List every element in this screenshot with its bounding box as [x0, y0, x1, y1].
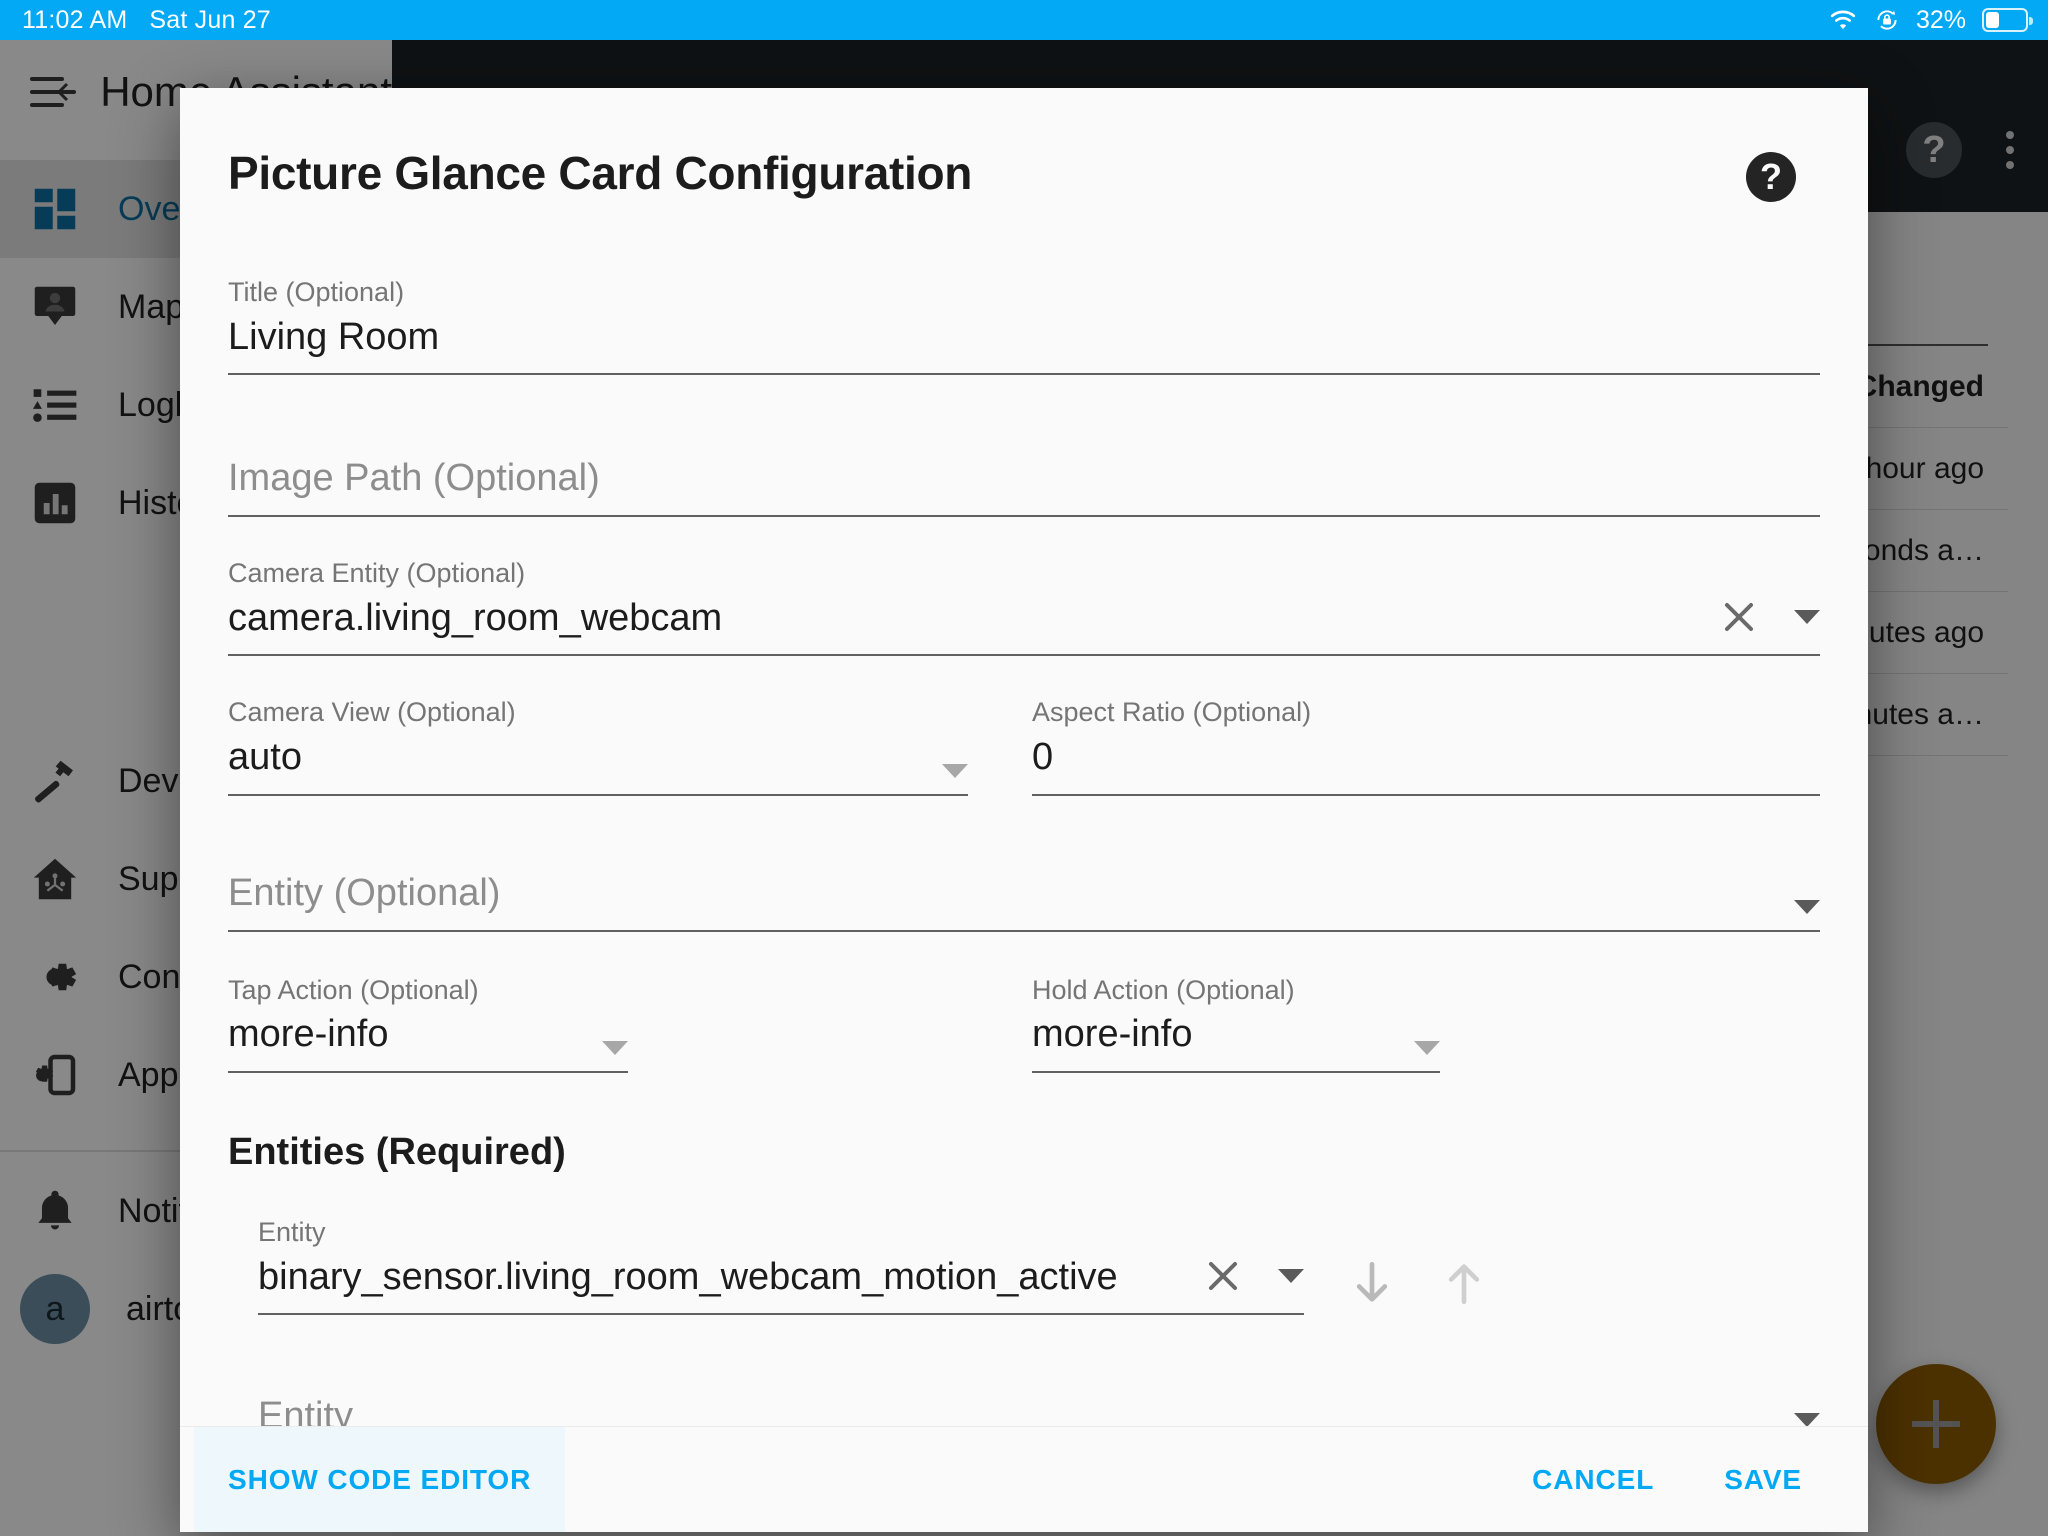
hold-action-field[interactable]: Hold Action (Optional) more-info [1032, 974, 1440, 1073]
entity-empty-placeholder: Entity [258, 1395, 354, 1426]
card-configuration-dialog: Picture Glance Card Configuration ? Titl… [180, 88, 1868, 1532]
title-field-label: Title (Optional) [228, 277, 405, 307]
hold-action-field-value: more-info [1032, 1013, 1193, 1056]
status-bar: 11:02 AM Sat Jun 27 32% [0, 0, 2048, 40]
entity-optional-field-placeholder: Entity (Optional) [228, 871, 501, 914]
chevron-down-icon[interactable] [1278, 1269, 1304, 1284]
camera-entity-field-value: camera.living_room_webcam [228, 596, 723, 639]
dialog-header: Picture Glance Card Configuration ? [180, 88, 1868, 202]
show-code-editor-button[interactable]: SHOW CODE EDITOR [194, 1427, 566, 1532]
dialog-footer: SHOW CODE EDITOR CANCEL SAVE [180, 1426, 1868, 1532]
camera-view-adornments [942, 763, 968, 778]
chevron-down-icon[interactable] [942, 763, 968, 778]
chevron-down-icon[interactable] [602, 1040, 628, 1055]
status-bar-left: 11:02 AM Sat Jun 27 [0, 6, 271, 35]
aspect-ratio-col: Aspect Ratio (Optional) 0 [1024, 697, 1820, 796]
aspect-ratio-field[interactable]: Aspect Ratio (Optional) 0 [1032, 697, 1820, 796]
title-field-value: Living Room [228, 315, 440, 358]
entity-row-label: Entity [258, 1216, 326, 1247]
cancel-button[interactable]: CANCEL [1510, 1448, 1676, 1512]
dialog-body: Title (Optional) Living Room Image Path … [180, 202, 1868, 1426]
chevron-down-icon[interactable] [1794, 610, 1820, 625]
title-field[interactable]: Title (Optional) Living Room [228, 277, 1820, 376]
entity-row: Entity binary_sensor.living_room_webcam_… [228, 1216, 1820, 1316]
chevron-down-icon[interactable] [1794, 899, 1820, 914]
dialog-footer-actions: CANCEL SAVE [1510, 1427, 1868, 1532]
hold-action-field-label: Hold Action (Optional) [1032, 974, 1295, 1005]
camera-view-aspect-row: Camera View (Optional) auto Aspect Ratio… [228, 697, 1820, 796]
close-icon[interactable] [1718, 596, 1760, 638]
camera-entity-field-label: Camera Entity (Optional) [228, 558, 526, 589]
image-path-field[interactable]: Image Path (Optional) [228, 435, 1820, 518]
hold-action-col: Hold Action (Optional) more-info [1024, 974, 1820, 1073]
save-button[interactable]: SAVE [1702, 1448, 1824, 1512]
camera-view-field-value: auto [228, 736, 302, 779]
close-icon[interactable] [1202, 1255, 1244, 1297]
screen: 11:02 AM Sat Jun 27 32% Home Map History… [0, 0, 2048, 1536]
aspect-ratio-field-value: 0 [1032, 736, 1054, 779]
camera-view-field-label: Camera View (Optional) [228, 697, 516, 728]
entity-empty-field[interactable]: Entity [228, 1373, 1820, 1426]
camera-view-field[interactable]: Camera View (Optional) auto [228, 697, 968, 796]
entity-empty-adornments [1794, 1412, 1820, 1426]
chevron-down-icon[interactable] [1414, 1040, 1440, 1055]
entity-empty-row: Entity [228, 1373, 1820, 1426]
wifi-icon [1830, 10, 1856, 30]
entity-row-adornments [1202, 1255, 1304, 1297]
dialog-title: Picture Glance Card Configuration [228, 147, 973, 199]
move-down-button[interactable] [1344, 1255, 1400, 1315]
tap-action-field[interactable]: Tap Action (Optional) more-info [228, 974, 628, 1073]
arrow-up-icon [1448, 1264, 1480, 1305]
camera-entity-adornments [1718, 596, 1820, 638]
hold-action-adornments [1414, 1040, 1440, 1055]
image-path-field-placeholder: Image Path (Optional) [228, 457, 600, 500]
entity-optional-field[interactable]: Entity (Optional) [228, 850, 1820, 932]
status-date: Sat Jun 27 [149, 5, 271, 34]
status-time: 11:02 AM [22, 5, 128, 34]
tap-action-adornments [602, 1040, 628, 1055]
camera-entity-field[interactable]: Camera Entity (Optional) camera.living_r… [228, 558, 1820, 657]
move-up-button[interactable] [1436, 1255, 1492, 1315]
battery-percent: 32% [1915, 5, 1966, 34]
chevron-down-icon[interactable] [1794, 1412, 1820, 1426]
tap-action-field-value: more-info [228, 1013, 389, 1056]
arrow-down-icon [1356, 1262, 1388, 1302]
help-circle-icon[interactable]: ? [1746, 152, 1796, 202]
tap-action-col: Tap Action (Optional) more-info [228, 974, 1024, 1073]
rotation-lock-icon [1877, 10, 1897, 30]
actions-row: Tap Action (Optional) more-info Hold Act… [228, 974, 1820, 1073]
entity-row-field[interactable]: Entity binary_sensor.living_room_webcam_… [258, 1216, 1304, 1316]
entity-optional-adornments [1794, 899, 1820, 914]
entity-row-value: binary_sensor.living_room_webcam_motion_… [258, 1255, 1118, 1298]
tap-action-field-label: Tap Action (Optional) [228, 974, 479, 1005]
entities-section-title: Entities (Required) [228, 1130, 566, 1173]
camera-view-col: Camera View (Optional) auto [228, 697, 1024, 796]
aspect-ratio-field-label: Aspect Ratio (Optional) [1032, 697, 1312, 728]
battery-icon [1982, 8, 2033, 32]
status-bar-right: 32% [1828, 6, 2048, 35]
